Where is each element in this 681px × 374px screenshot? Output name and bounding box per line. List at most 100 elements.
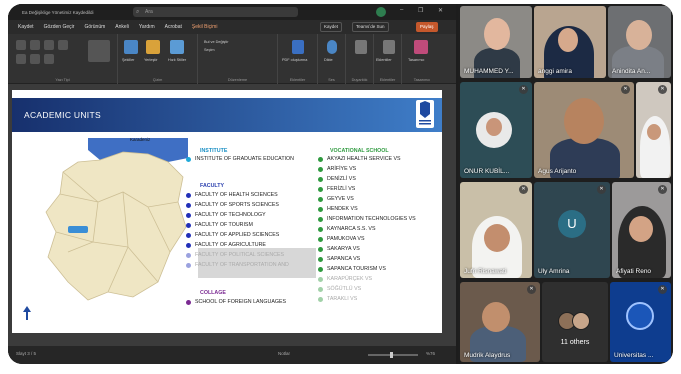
menu-item[interactable]: Gözden Geçir bbox=[44, 24, 75, 30]
menu-item[interactable]: Görünüm bbox=[84, 24, 105, 30]
microphone-icon[interactable] bbox=[327, 40, 337, 54]
slide-canvas: ACADEMIC UNITS Karadeniz INSTITUTE INSTI… bbox=[8, 84, 456, 346]
vocational-heading: VOCATIONAL SCHOOL bbox=[330, 148, 389, 154]
search-placeholder: Ara bbox=[145, 9, 153, 15]
participant-name: ONUR KUBİL... bbox=[464, 168, 510, 175]
designer-label: Tasarımcı bbox=[408, 58, 425, 62]
shapes-icon[interactable] bbox=[124, 40, 138, 54]
user-avatar[interactable] bbox=[376, 7, 386, 17]
minimize-icon[interactable]: – bbox=[400, 7, 403, 13]
participant-tile[interactable]: ✕ Agus Arijanto bbox=[534, 82, 634, 178]
ribbon-group-label: Yazı Tipi bbox=[55, 78, 70, 82]
list-item: KARAPÜRÇEK VS bbox=[318, 276, 372, 282]
list-item: HENDEK VS bbox=[318, 206, 358, 212]
ribbon-group-label: Ses bbox=[328, 78, 335, 82]
align-center-icon[interactable] bbox=[30, 54, 40, 64]
bullet-icon bbox=[318, 296, 323, 302]
participant-name: Agus Arijanto bbox=[538, 168, 577, 175]
university-logo-icon bbox=[416, 100, 434, 128]
microphone-muted-icon: ✕ bbox=[597, 185, 606, 194]
restore-icon[interactable]: ❐ bbox=[418, 7, 423, 14]
quick-styles-label: Hızlı Stiller bbox=[168, 58, 187, 62]
bullet-icon bbox=[318, 216, 323, 222]
bullet-icon bbox=[318, 186, 323, 192]
participant-tile[interactable]: ✕ Jufri Risnawati bbox=[460, 182, 532, 278]
menu-item-active[interactable]: Şekil Biçimi bbox=[192, 24, 218, 30]
microphone-muted-icon: ✕ bbox=[658, 85, 667, 94]
participant-name: Uly Amrina bbox=[538, 268, 570, 275]
menu-item[interactable]: Ankeli bbox=[115, 24, 129, 30]
select-button[interactable]: Seçim bbox=[204, 48, 215, 52]
italic-icon[interactable] bbox=[30, 40, 40, 50]
arrange-icon[interactable] bbox=[146, 40, 160, 54]
participant-tile[interactable]: 11 others bbox=[542, 282, 608, 362]
bold-icon[interactable] bbox=[16, 40, 26, 50]
menu-item[interactable]: Kaydet bbox=[18, 24, 34, 30]
participant-tile[interactable]: ✕ bbox=[636, 82, 671, 178]
paragraph-icon[interactable] bbox=[88, 40, 110, 62]
list-item: INFORMATION TECHNOLOGIES VS bbox=[318, 216, 416, 222]
designer-icon[interactable] bbox=[414, 40, 428, 54]
share-button[interactable]: Paylaş bbox=[416, 22, 438, 32]
participant-tile[interactable]: MUHAMMED Y... bbox=[460, 6, 532, 78]
zoom-thumb[interactable] bbox=[390, 352, 393, 358]
list-item: ARİFİYE VS bbox=[318, 166, 356, 172]
sensitivity-icon[interactable] bbox=[355, 40, 367, 54]
participant-name: Afiyati Reno bbox=[616, 268, 652, 275]
ribbon-group-label: Düzenleme bbox=[227, 78, 248, 82]
addins-icon[interactable] bbox=[383, 40, 395, 54]
find-replace-button[interactable]: Bul ve Değiştir bbox=[204, 40, 228, 44]
present-teams-button[interactable]: Teamsʼde Sun bbox=[352, 22, 389, 32]
participant-tile[interactable]: ✕ ONUR KUBİL... bbox=[460, 82, 532, 178]
ribbon-group-drawing: Şekiller Yerleştir Hızlı Stiller Çizim bbox=[118, 34, 198, 84]
bullet-icon bbox=[318, 266, 323, 272]
font-color-icon[interactable] bbox=[58, 40, 68, 50]
bullet-icon bbox=[186, 202, 191, 208]
bullet-icon bbox=[186, 262, 191, 268]
menu-bar: Kaydet Gözden Geçir Görünüm Ankeli Yardı… bbox=[8, 20, 456, 34]
record-button[interactable]: Kaydet bbox=[320, 22, 343, 32]
participant-tile[interactable]: U ✕ Uly Amrina bbox=[534, 182, 610, 278]
menu-item[interactable]: Yardım bbox=[139, 24, 155, 30]
ribbon-group-voice: Dikte Ses bbox=[318, 34, 346, 84]
screenshot-frame: Ea Değişiklige Yönetimiz Kaydedildi ⌕ Ar… bbox=[0, 0, 681, 374]
list-item: FACULTY OF TOURISM bbox=[186, 222, 253, 228]
bullet-icon bbox=[318, 286, 323, 292]
participant-tile[interactable]: anggi amira bbox=[534, 6, 606, 78]
align-left-icon[interactable] bbox=[16, 54, 26, 64]
participant-tile[interactable]: ✕ Universitas ... bbox=[610, 282, 671, 362]
align-right-icon[interactable] bbox=[44, 54, 54, 64]
close-icon[interactable]: ✕ bbox=[438, 7, 443, 14]
participant-name: Universitas ... bbox=[614, 352, 654, 359]
bullet-icon bbox=[186, 252, 191, 258]
window-title: Ea Değişiklige Yönetimiz Kaydedildi bbox=[22, 9, 94, 15]
list-item: SAPANCA TOURISM VS bbox=[318, 266, 386, 272]
ribbon-group-label: Tasarımcı bbox=[413, 78, 431, 82]
list-item: FACULTY OF POLITICAL SCIENCES bbox=[186, 252, 284, 258]
pdf-icon[interactable] bbox=[292, 40, 304, 54]
zoom-slider[interactable] bbox=[368, 352, 418, 358]
ribbon-group-designer: Tasarımcı Tasarımcı bbox=[402, 34, 442, 84]
ribbon-group-label: Çizim bbox=[152, 78, 163, 82]
participant-tile[interactable]: Anindita An... bbox=[608, 6, 671, 78]
ribbon-group-label: Eklentiler bbox=[289, 78, 306, 82]
participant-tile[interactable]: ✕ Mudrik Alaydrus bbox=[460, 282, 540, 362]
menu-item[interactable]: Acrobat bbox=[165, 24, 182, 30]
zoom-level[interactable]: %76 bbox=[426, 351, 435, 356]
bullet-icon bbox=[318, 176, 323, 182]
shapes-label: Şekiller bbox=[122, 58, 135, 62]
map-region-label: Karadeniz bbox=[130, 137, 151, 142]
underline-icon[interactable] bbox=[44, 40, 54, 50]
bullet-icon bbox=[318, 236, 323, 242]
slide[interactable]: ACADEMIC UNITS Karadeniz INSTITUTE INSTI… bbox=[12, 90, 442, 333]
search-box[interactable]: ⌕ Ara bbox=[133, 7, 298, 17]
participant-tile[interactable]: ✕ Afiyati Reno bbox=[612, 182, 671, 278]
list-item: KAYNARCA S.S. VS bbox=[318, 226, 375, 232]
bullet-icon bbox=[318, 256, 323, 262]
quick-styles-icon[interactable] bbox=[170, 40, 184, 54]
list-item: FERİZLİ VS bbox=[318, 186, 355, 192]
ribbon-group-addins: Eklentiler Eklentiler bbox=[374, 34, 402, 84]
list-item: AKYAZI HEALTH SERVICE VS bbox=[318, 156, 401, 162]
ribbon-group-pdf: PDF oluşturma Eklentiler bbox=[278, 34, 318, 84]
notes-button[interactable]: Notlar bbox=[278, 351, 290, 356]
